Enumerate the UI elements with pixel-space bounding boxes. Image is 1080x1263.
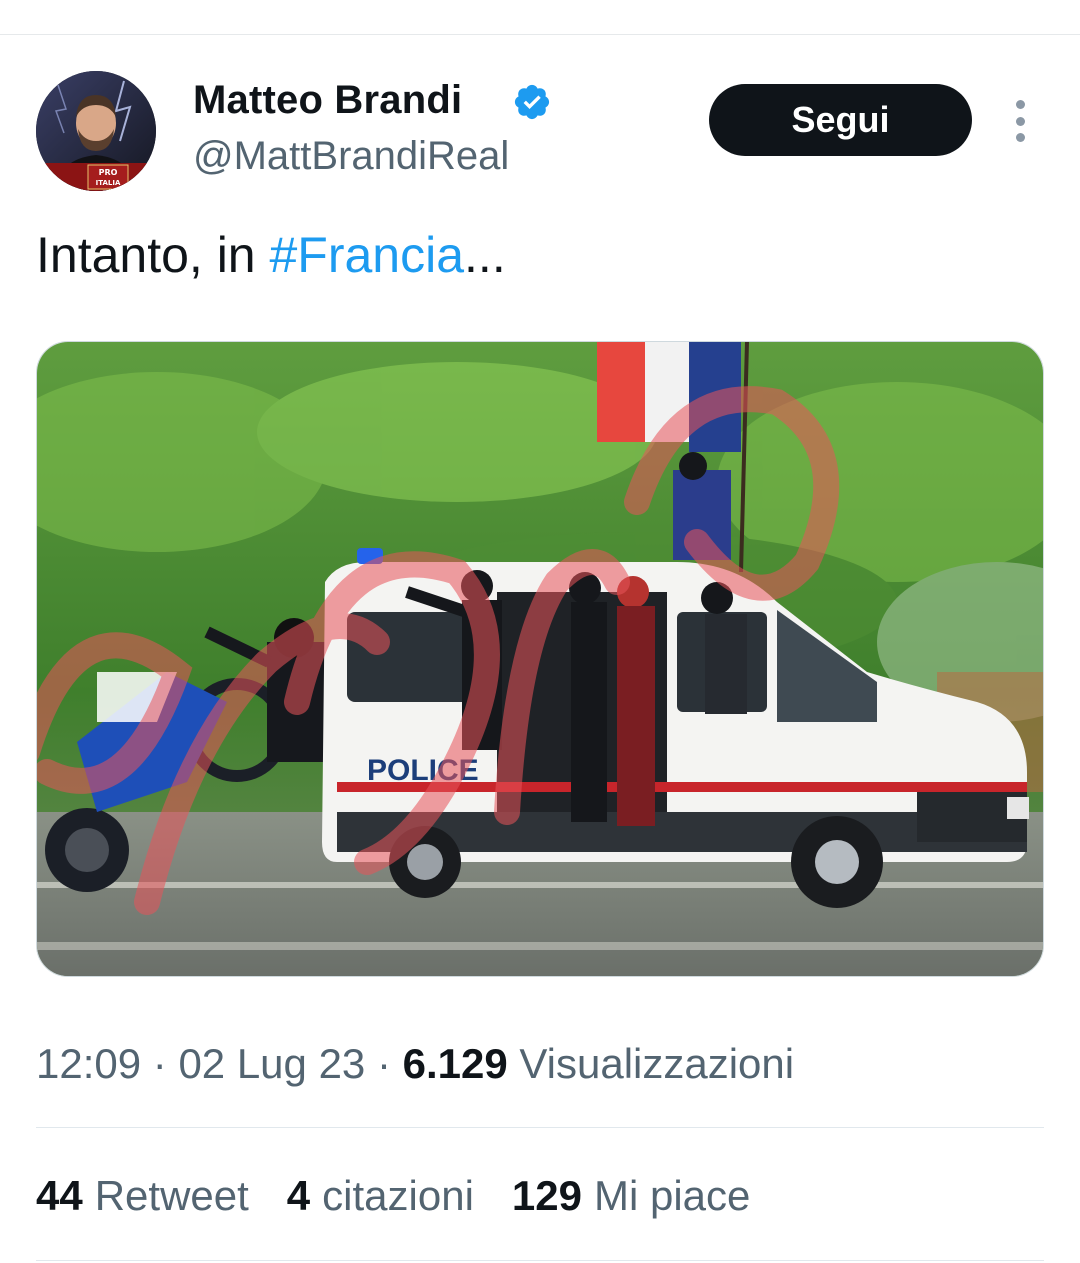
likes-count: 129 xyxy=(511,1172,582,1219)
top-divider xyxy=(0,34,1080,35)
verified-badge-icon xyxy=(512,82,552,122)
follow-button[interactable]: Segui xyxy=(709,84,972,156)
tweet-date[interactable]: 02 Lug 23 xyxy=(178,1040,365,1087)
author-name[interactable]: Matteo Brandi xyxy=(193,78,462,123)
meta-separator: · xyxy=(365,1040,403,1087)
likes-stat[interactable]: 129 Mi piace xyxy=(512,1172,750,1220)
divider xyxy=(36,1260,1044,1261)
hashtag-link[interactable]: #Francia xyxy=(270,227,465,283)
tweet-image[interactable]: POLICE xyxy=(36,341,1044,977)
more-dot xyxy=(1015,133,1025,142)
tweet-time[interactable]: 12:09 xyxy=(36,1040,141,1087)
retweets-count: 44 xyxy=(36,1172,83,1219)
quotes-stat[interactable]: 4 citazioni xyxy=(287,1172,474,1220)
divider xyxy=(36,1127,1044,1128)
views-label[interactable]: Visualizzazioni xyxy=(519,1040,794,1087)
tweet-text-prefix: Intanto, in xyxy=(36,227,270,283)
quotes-count: 4 xyxy=(286,1172,311,1219)
retweets-label: Retweet xyxy=(94,1172,249,1219)
avatar-badge-line-2: ITALIA xyxy=(96,179,121,187)
author-handle[interactable]: @MattBrandiReal xyxy=(193,134,509,179)
tweet-text: Intanto, in #Francia... xyxy=(36,226,506,284)
author-avatar[interactable]: PRO ITALIA xyxy=(36,71,156,191)
more-dot xyxy=(1015,100,1025,109)
avatar-badge-line-1: PRO xyxy=(99,168,118,177)
more-dot xyxy=(1015,116,1025,126)
engagement-stats: 44 Retweet 4 citazioni 129 Mi piace xyxy=(36,1172,750,1220)
tweet-text-suffix: ... xyxy=(464,227,506,283)
more-options-icon[interactable] xyxy=(1004,96,1036,146)
likes-label: Mi piace xyxy=(593,1172,751,1219)
meta-separator: · xyxy=(141,1040,179,1087)
views-count: 6.129 xyxy=(402,1040,508,1087)
quotes-label: citazioni xyxy=(322,1172,474,1219)
retweets-stat[interactable]: 44 Retweet xyxy=(36,1172,249,1220)
tweet-meta: 12:09 · 02 Lug 23 · 6.129 Visualizzazion… xyxy=(36,1040,794,1088)
